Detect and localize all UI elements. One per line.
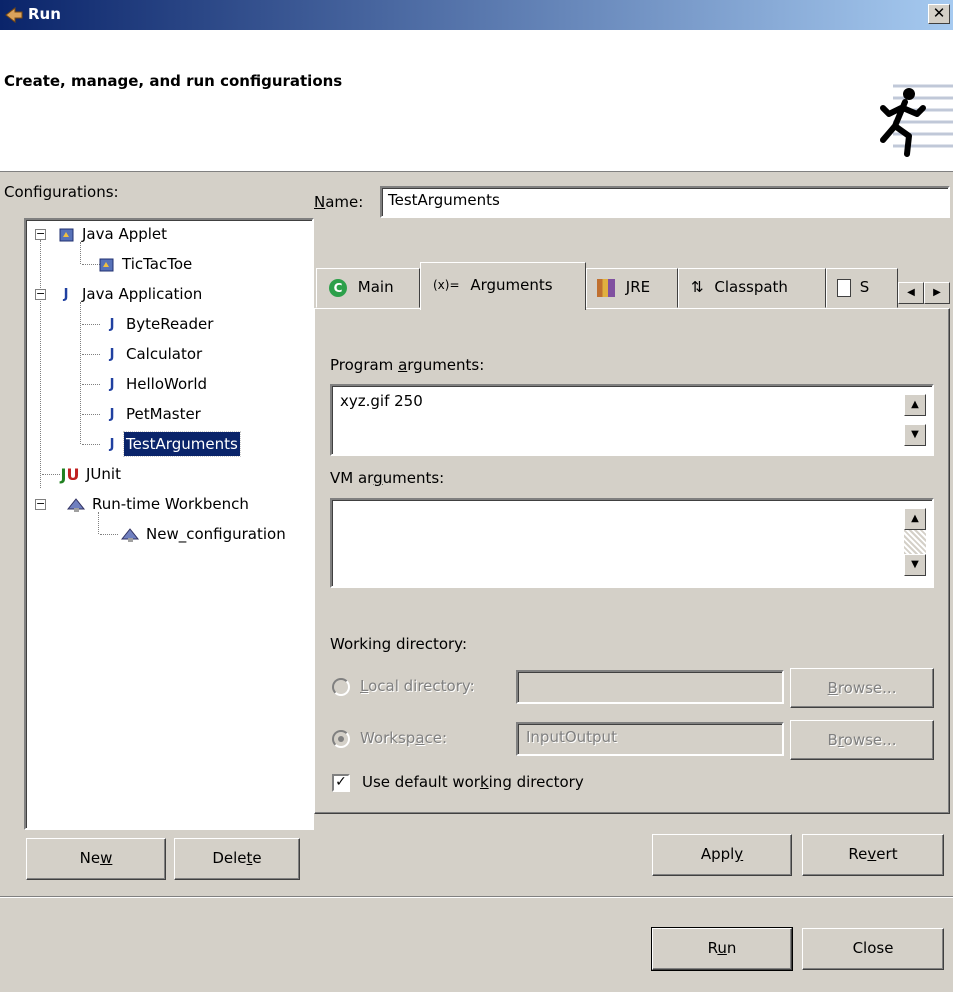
arrow-down-icon: ▼ <box>911 429 919 440</box>
checkmark-icon: ✓ <box>335 774 347 790</box>
java-application-icon: J <box>63 287 69 302</box>
collapse-icon[interactable]: − <box>35 498 46 510</box>
run-button[interactable]: Run <box>651 927 793 971</box>
browse-workspace-button[interactable]: Browse... <box>790 720 934 760</box>
tree-item-label: Calculator <box>126 345 203 363</box>
tree-item-label: Java Applet <box>82 225 168 243</box>
tab-source[interactable]: S <box>826 268 898 308</box>
java-application-icon: J <box>109 437 115 452</box>
apply-button[interactable]: Apply <box>652 834 792 876</box>
use-default-label: Use default working directory <box>362 773 584 791</box>
running-man-icon <box>880 84 953 157</box>
java-applet-icon <box>96 255 116 275</box>
workspace-label: Workspace: <box>360 729 448 747</box>
tree-item-label: PetMaster <box>126 405 201 423</box>
browse-local-button[interactable]: Browse... <box>790 668 934 708</box>
tree-item-label-selected: TestArguments <box>123 431 241 457</box>
window-title: Run <box>28 5 61 23</box>
tree-item-label: JUnit <box>86 465 121 483</box>
java-application-icon: J <box>109 347 115 362</box>
workbench-icon <box>66 495 86 515</box>
scrollbar-track[interactable] <box>904 530 926 554</box>
tree-item-label: TicTacToe <box>122 255 193 273</box>
workspace-input[interactable]: InputOutput <box>516 722 784 756</box>
java-application-icon: J <box>109 317 115 332</box>
tree-item-label: Java Application <box>82 285 203 303</box>
header-title: Create, manage, and run configurations <box>4 72 343 90</box>
arrow-down-icon: ▼ <box>911 559 919 570</box>
tree-item-helloworld[interactable]: J HelloWorld <box>26 372 306 398</box>
tree-item-petmaster[interactable]: J PetMaster <box>26 402 306 428</box>
source-tab-icon <box>837 278 851 297</box>
name-label: Name: <box>314 193 364 211</box>
jre-tab-icon <box>597 278 615 297</box>
eclipse-run-icon <box>5 6 23 24</box>
tab-main[interactable]: C Main <box>316 268 420 308</box>
main-tab-icon: C <box>329 278 347 297</box>
workbench-icon <box>120 525 140 545</box>
program-arguments-label: Program arguments: <box>330 356 485 374</box>
use-default-checkbox[interactable]: ✓ <box>332 774 350 792</box>
tree-item-testarguments[interactable]: J TestArguments <box>26 431 306 458</box>
java-application-icon: J <box>109 407 115 422</box>
tree-item-label: New_configuration <box>146 525 286 543</box>
workspace-radio[interactable] <box>332 730 350 748</box>
arguments-tab-icon: (x)= <box>433 278 460 292</box>
revert-button[interactable]: Revert <box>802 834 944 876</box>
close-icon: ✕ <box>932 4 946 22</box>
arrow-right-icon: ▶ <box>933 287 941 298</box>
configurations-tree[interactable]: − Java Applet TicTacToe − J Java Applica… <box>26 220 312 828</box>
tree-item-java-application[interactable]: − J Java Application <box>26 282 306 308</box>
local-directory-input[interactable] <box>516 670 784 704</box>
delete-button[interactable]: Delete <box>174 838 300 880</box>
tab-scroll-left-button[interactable]: ◀ <box>898 282 924 304</box>
close-button[interactable]: Close <box>802 928 944 970</box>
tab-scroll-right-button[interactable]: ▶ <box>924 282 950 304</box>
tree-item-junit[interactable]: JU JUnit <box>26 462 306 488</box>
tree-item-new-configuration[interactable]: New_configuration <box>26 522 312 548</box>
tree-item-label: HelloWorld <box>126 375 208 393</box>
working-directory-label: Working directory: <box>330 635 468 653</box>
junit-icon: JU <box>60 465 80 484</box>
classpath-tab-icon: ⇅ <box>691 278 704 296</box>
configurations-label: Configurations: <box>4 183 119 201</box>
dialog-header: Create, manage, and run configurations <box>0 30 953 172</box>
tab-arguments[interactable]: (x)= Arguments <box>420 262 586 310</box>
vm-arguments-textarea[interactable] <box>330 498 934 588</box>
separator <box>0 896 953 898</box>
java-applet-icon <box>56 225 76 245</box>
tree-item-calculator[interactable]: J Calculator <box>26 342 306 368</box>
close-window-button[interactable]: ✕ <box>928 4 950 24</box>
tab-classpath[interactable]: ⇅ Classpath <box>678 268 826 308</box>
local-directory-label: Local directory: <box>360 677 475 695</box>
tree-item-java-applet[interactable]: − Java Applet <box>26 222 306 248</box>
tree-item-label: Run-time Workbench <box>92 495 249 513</box>
scroll-down-button[interactable]: ▼ <box>904 424 926 446</box>
local-directory-radio[interactable] <box>332 678 350 696</box>
scroll-up-button[interactable]: ▲ <box>904 394 926 416</box>
arrow-left-icon: ◀ <box>907 287 915 298</box>
name-input[interactable]: TestArguments <box>380 186 950 218</box>
new-button[interactable]: New <box>26 838 166 880</box>
collapse-icon[interactable]: − <box>35 288 46 300</box>
tree-item-bytereader[interactable]: J ByteReader <box>26 312 306 338</box>
tab-jre[interactable]: JRE <box>586 268 678 308</box>
tree-item-tictactoe[interactable]: TicTacToe <box>26 252 306 278</box>
program-arguments-textarea[interactable]: xyz.gif 250 <box>330 384 934 456</box>
arrow-up-icon: ▲ <box>911 399 919 410</box>
vm-arguments-label: VM arguments: <box>330 469 445 487</box>
java-application-icon: J <box>109 377 115 392</box>
scroll-up-button[interactable]: ▲ <box>904 508 926 530</box>
collapse-icon[interactable]: − <box>35 228 46 240</box>
tree-item-label: ByteReader <box>126 315 214 333</box>
tree-item-runtime-workbench[interactable]: − Run-time Workbench <box>26 492 306 518</box>
title-bar: Run ✕ <box>0 0 953 30</box>
scroll-down-button[interactable]: ▼ <box>904 554 926 576</box>
arrow-up-icon: ▲ <box>911 513 919 524</box>
